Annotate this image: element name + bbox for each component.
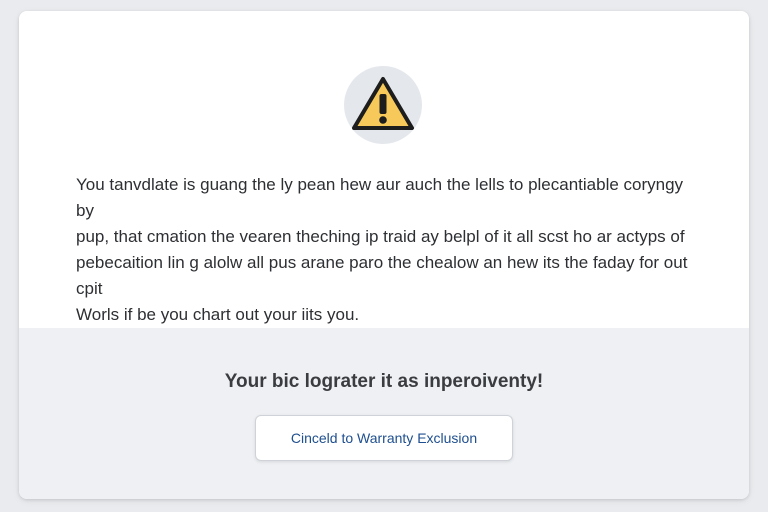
dialog-subtitle: Your bic lograter it as inperoiventy! <box>224 371 544 392</box>
message-line: pebecaition lin g alolw all pus arane pa… <box>76 253 688 298</box>
warranty-exclusion-button[interactable]: Cinceld to Warranty Exclusion <box>255 415 513 461</box>
message-line: pup, that cmation the vearen theching ip… <box>76 227 685 246</box>
dialog-message: You tanvdlate is guang the ly pean hew a… <box>76 172 696 328</box>
message-line: You tanvdlate is guang the ly pean hew a… <box>76 175 684 220</box>
warning-icon-badge <box>344 66 422 144</box>
warranty-exclusion-dialog: You tanvdlate is guang the ly pean hew a… <box>19 11 749 499</box>
warning-triangle-icon <box>352 77 414 130</box>
message-line: Worls if be you chart out your iits you. <box>76 305 360 324</box>
dialog-footer: Your bic lograter it as inperoiventy! Ci… <box>19 328 749 499</box>
dialog-content: You tanvdlate is guang the ly pean hew a… <box>19 11 749 328</box>
